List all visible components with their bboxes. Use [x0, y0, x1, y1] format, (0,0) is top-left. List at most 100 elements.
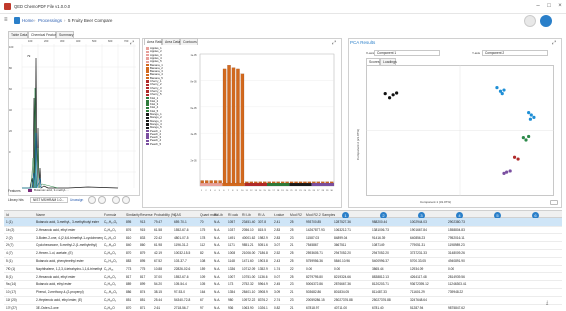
table-cell: 97 [200, 305, 204, 310]
maximize-icon[interactable]: □ [545, 3, 553, 10]
tab-chemical-features[interactable]: Chemical Features [28, 31, 59, 38]
home-icon[interactable] [14, 17, 20, 24]
score-point [495, 86, 499, 90]
close-icon[interactable]: × [556, 3, 564, 10]
legend-item[interactable]: Peach_5 [145, 142, 191, 146]
tab-area-ratio[interactable]: Area Ratio [144, 38, 163, 45]
x-tick-label: 600 [108, 40, 113, 43]
bar-chart[interactable]: 1e-058e-056e-054e-052e-051 2 3 4 5 6 7 8 9 10 11 12… [190, 46, 340, 204]
bar [312, 181, 316, 184]
tab-contours[interactable]: Contours [180, 38, 198, 45]
bar-chart-legend: Apples_1 Apples_2 Apples_3 Apples_4 Apples_5… [145, 46, 191, 147]
y-axis-label: Y-axis [472, 51, 481, 55]
pca-title: PCA Results [350, 40, 376, 45]
settings-toggle-icon[interactable] [550, 200, 558, 205]
x-tick-label: 700 [124, 40, 129, 43]
user-avatar[interactable] [540, 15, 552, 27]
bar [222, 68, 227, 184]
x-tick-label: 2 [205, 190, 207, 192]
table-cell: 40711.00 [334, 305, 348, 310]
tab-scores[interactable]: Scores [366, 58, 380, 65]
tab-summary[interactable]: Summary [56, 31, 74, 38]
minimize-icon[interactable]: – [534, 3, 542, 10]
score-point [528, 117, 532, 121]
x-tick-label: 400 [76, 40, 81, 43]
bar [330, 181, 334, 184]
x-axis-select[interactable]: Component 1 [374, 50, 440, 56]
bar [316, 181, 321, 184]
score-point [512, 155, 517, 159]
table-cell: 936 [228, 305, 234, 310]
settings-icon[interactable] [524, 15, 536, 27]
library-select[interactable]: NIST MS/HRAM 1.0... [30, 197, 68, 203]
x-tick-label: 5 [219, 190, 221, 192]
x-tick-label: 30 [330, 190, 333, 192]
expand-icon[interactable]: ⤢ [552, 40, 556, 46]
breadcrumb-separator: › [34, 18, 36, 23]
bar [213, 180, 218, 184]
bar [249, 181, 254, 184]
menu-icon[interactable]: ≡ [4, 17, 12, 25]
expand-icon[interactable]: ⤢ [332, 40, 336, 46]
unassign-link[interactable]: Unassign [70, 198, 83, 202]
bar [325, 181, 329, 184]
x-tick-label: 16 [268, 190, 271, 192]
table-row[interactable]: 17f (27) 3E-Octen-2-one C₈H₁₄O 870 871 2.61 27… [4, 304, 562, 311]
pca-score-plot[interactable] [366, 65, 554, 196]
app-logo-icon [4, 3, 11, 10]
table-cell: 21 [290, 305, 294, 310]
group-band [289, 183, 312, 186]
reset-view-icon[interactable] [112, 196, 120, 204]
table-header: Id Name Formula Similarity Reverse Probabilit… [4, 210, 562, 219]
export-icon[interactable] [122, 196, 130, 204]
bar [294, 181, 298, 184]
table-cell: 67818.97 [306, 305, 320, 310]
compound-name: Butanoic acid, 3-methyl-... [34, 188, 69, 192]
y-tick-label: 8e-05 [191, 80, 198, 83]
export-table-icon[interactable]: ⤓ [546, 300, 556, 308]
x-tick-label: 12 [250, 190, 253, 192]
y-tick-label: 1e-05 [191, 54, 198, 57]
pca-y-title: Component 2 (21.07%) [356, 128, 360, 160]
zoom-in-icon[interactable] [88, 196, 96, 204]
bar [285, 181, 289, 184]
x-tick-label: 7 [228, 190, 230, 192]
tab-table-data[interactable]: Table Data [8, 31, 28, 38]
x-tick-label: 24 [304, 190, 307, 192]
y-tick-label: 100 [9, 46, 14, 49]
table-cell: 51287.94 [410, 305, 424, 310]
y-tick-label: 80 [9, 67, 12, 70]
group-band [200, 183, 223, 186]
bar [236, 68, 240, 184]
bar [227, 65, 231, 184]
score-point [527, 134, 531, 139]
bar [218, 180, 222, 184]
score-point [532, 115, 536, 120]
x-tick-label: 18 [277, 190, 280, 192]
x-tick-label: 3 [210, 190, 212, 192]
x-tick-label: 17 [272, 190, 275, 192]
bar [289, 181, 294, 184]
x-tick-label: 15 [263, 190, 266, 192]
x-tick-label: 11 [246, 190, 249, 192]
group-band [222, 183, 245, 186]
y-axis-select[interactable]: Component 2 [482, 50, 548, 56]
table-cell: 3E-Octen-2-one [36, 305, 59, 310]
x-tick-label: 23 [299, 190, 302, 192]
table-cell: 2.61 [154, 305, 161, 310]
x-tick-label: 29 [326, 190, 329, 192]
breadcrumb-home[interactable]: Home [22, 18, 34, 23]
chromatogram-plot[interactable] [8, 38, 140, 196]
bar [307, 181, 312, 184]
x-tick-label: 1 [201, 190, 203, 192]
tab-loadings[interactable]: Loadings [380, 58, 397, 65]
breadcrumb-current: 5 Fruity Beer Compare [68, 18, 113, 23]
zoom-out-icon[interactable] [98, 196, 106, 204]
score-point [391, 93, 395, 97]
table-cell: 0.82 [274, 305, 281, 310]
bar [298, 181, 303, 184]
score-point [508, 169, 512, 173]
breadcrumb-processings[interactable]: Processings [38, 18, 62, 23]
expand-icon[interactable]: ⤢ [130, 40, 134, 46]
tab-area-data[interactable]: Area Data [162, 38, 180, 45]
